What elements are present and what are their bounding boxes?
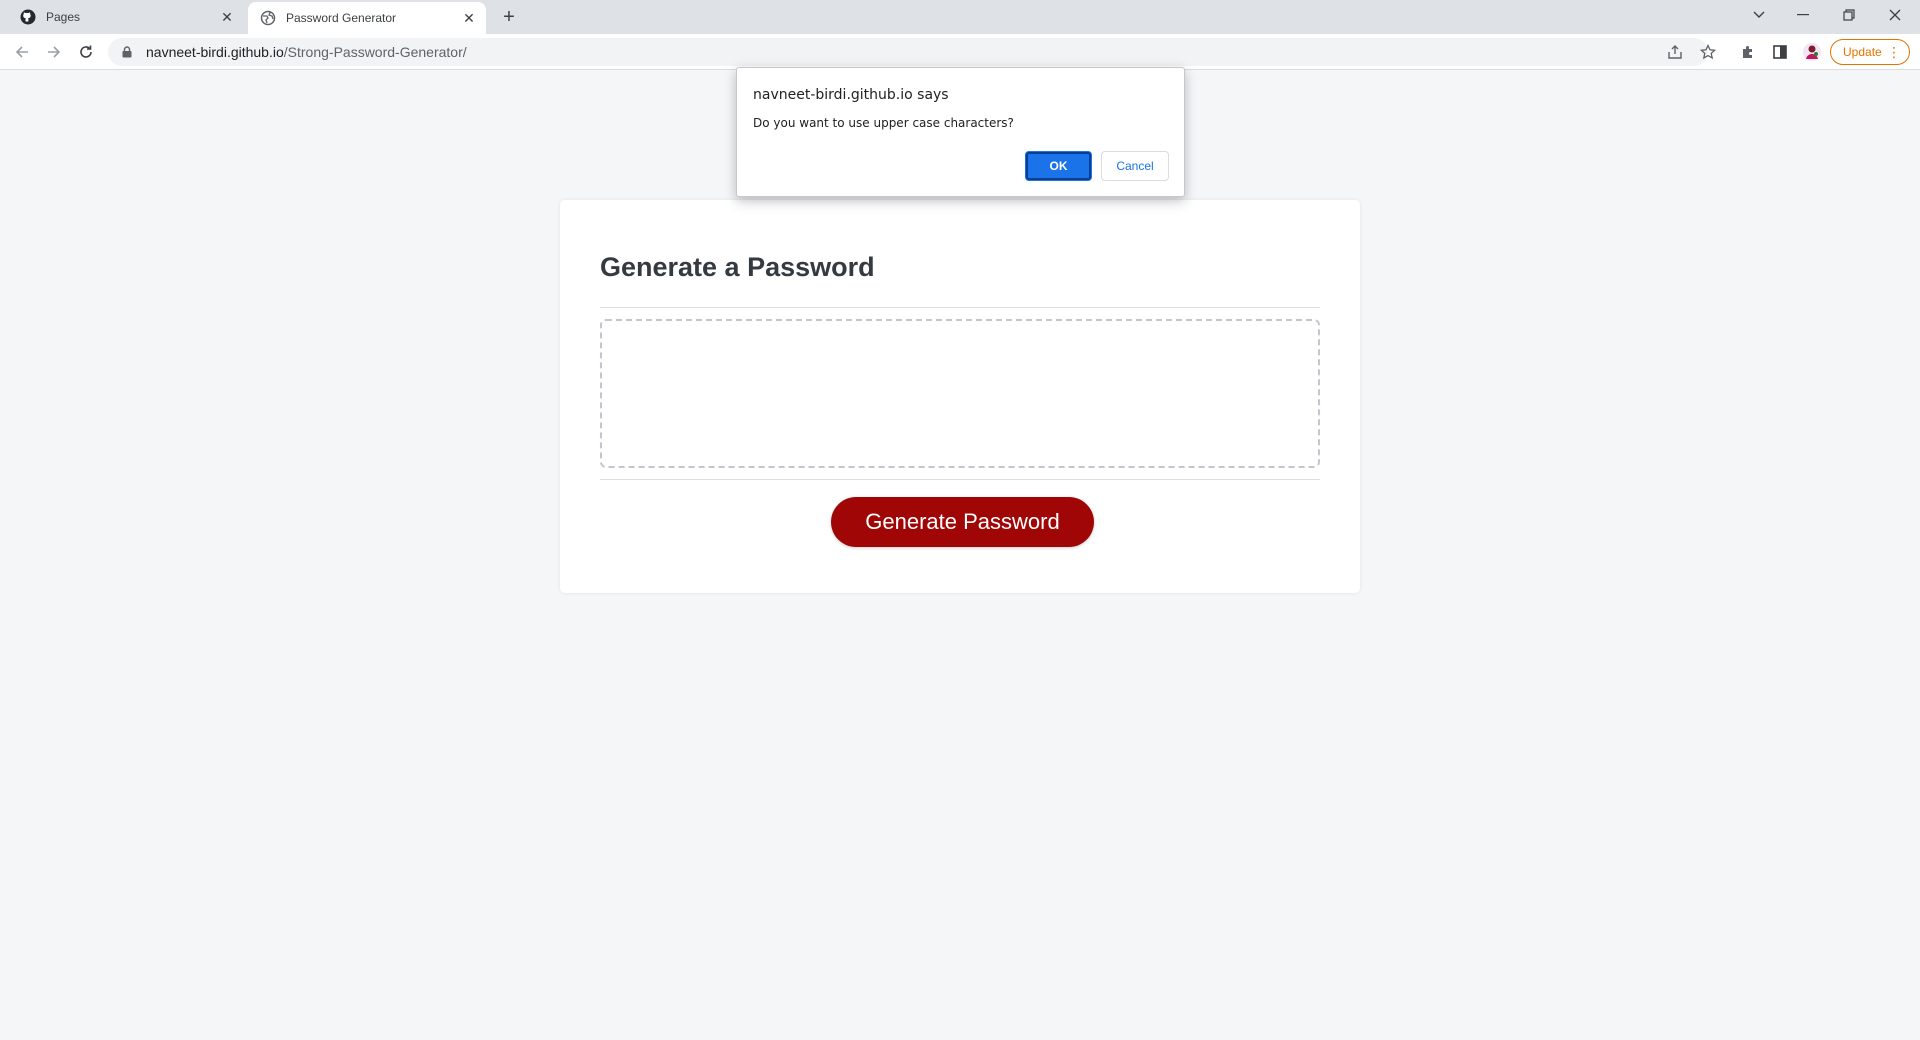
address-bar[interactable]: navneet-birdi.github.io/Strong-Password-… [108,38,1708,66]
close-tab-icon[interactable]: ✕ [460,9,478,27]
tab-password-generator[interactable]: Password Generator ✕ [248,2,486,34]
cancel-button[interactable]: Cancel [1101,151,1169,181]
share-icon[interactable] [1663,40,1687,64]
globe-icon [260,10,276,26]
dialog-message: Do you want to use upper case characters… [753,116,1014,130]
avatar[interactable] [1800,40,1824,64]
browser-toolbar: navneet-birdi.github.io/Strong-Password-… [0,34,1920,70]
more-menu-icon[interactable]: ⋮ [1887,44,1901,60]
header-divider [600,307,1320,308]
tab-strip: Pages ✕ Password Generator ✕ + [0,0,1920,34]
tab-pages[interactable]: Pages ✕ [8,0,244,34]
password-output[interactable] [600,319,1320,468]
github-icon [20,9,36,25]
update-label: Update [1843,45,1882,59]
confirm-dialog: navneet-birdi.github.io says Do you want… [736,67,1185,197]
lock-icon[interactable] [122,45,136,59]
tab-label: Password Generator [286,11,397,25]
side-panel-icon[interactable] [1768,40,1792,64]
dialog-title: navneet-birdi.github.io says [753,87,949,103]
restore-icon[interactable] [1826,0,1872,30]
bookmark-star-icon[interactable] [1696,40,1720,64]
page-title: Generate a Password [600,252,875,282]
back-icon[interactable] [8,38,36,66]
password-card: Generate a Password Generate Password [560,200,1360,593]
url-path: /Strong-Password-Generator/ [283,44,467,60]
new-tab-button[interactable]: + [498,6,520,28]
extensions-icon[interactable] [1736,40,1760,64]
footer-divider [600,479,1320,480]
forward-icon[interactable] [40,38,68,66]
ok-button[interactable]: OK [1025,151,1092,181]
reload-icon[interactable] [72,38,100,66]
tab-label: Pages [46,10,81,24]
update-button[interactable]: Update ⋮ [1830,39,1910,65]
close-window-icon[interactable] [1872,0,1918,30]
tab-search-icon[interactable] [1736,0,1782,30]
close-tab-icon[interactable]: ✕ [218,8,236,26]
url-host: navneet-birdi.github.io [146,44,284,60]
generate-password-button[interactable]: Generate Password [831,497,1094,547]
minimize-icon[interactable] [1780,0,1826,30]
